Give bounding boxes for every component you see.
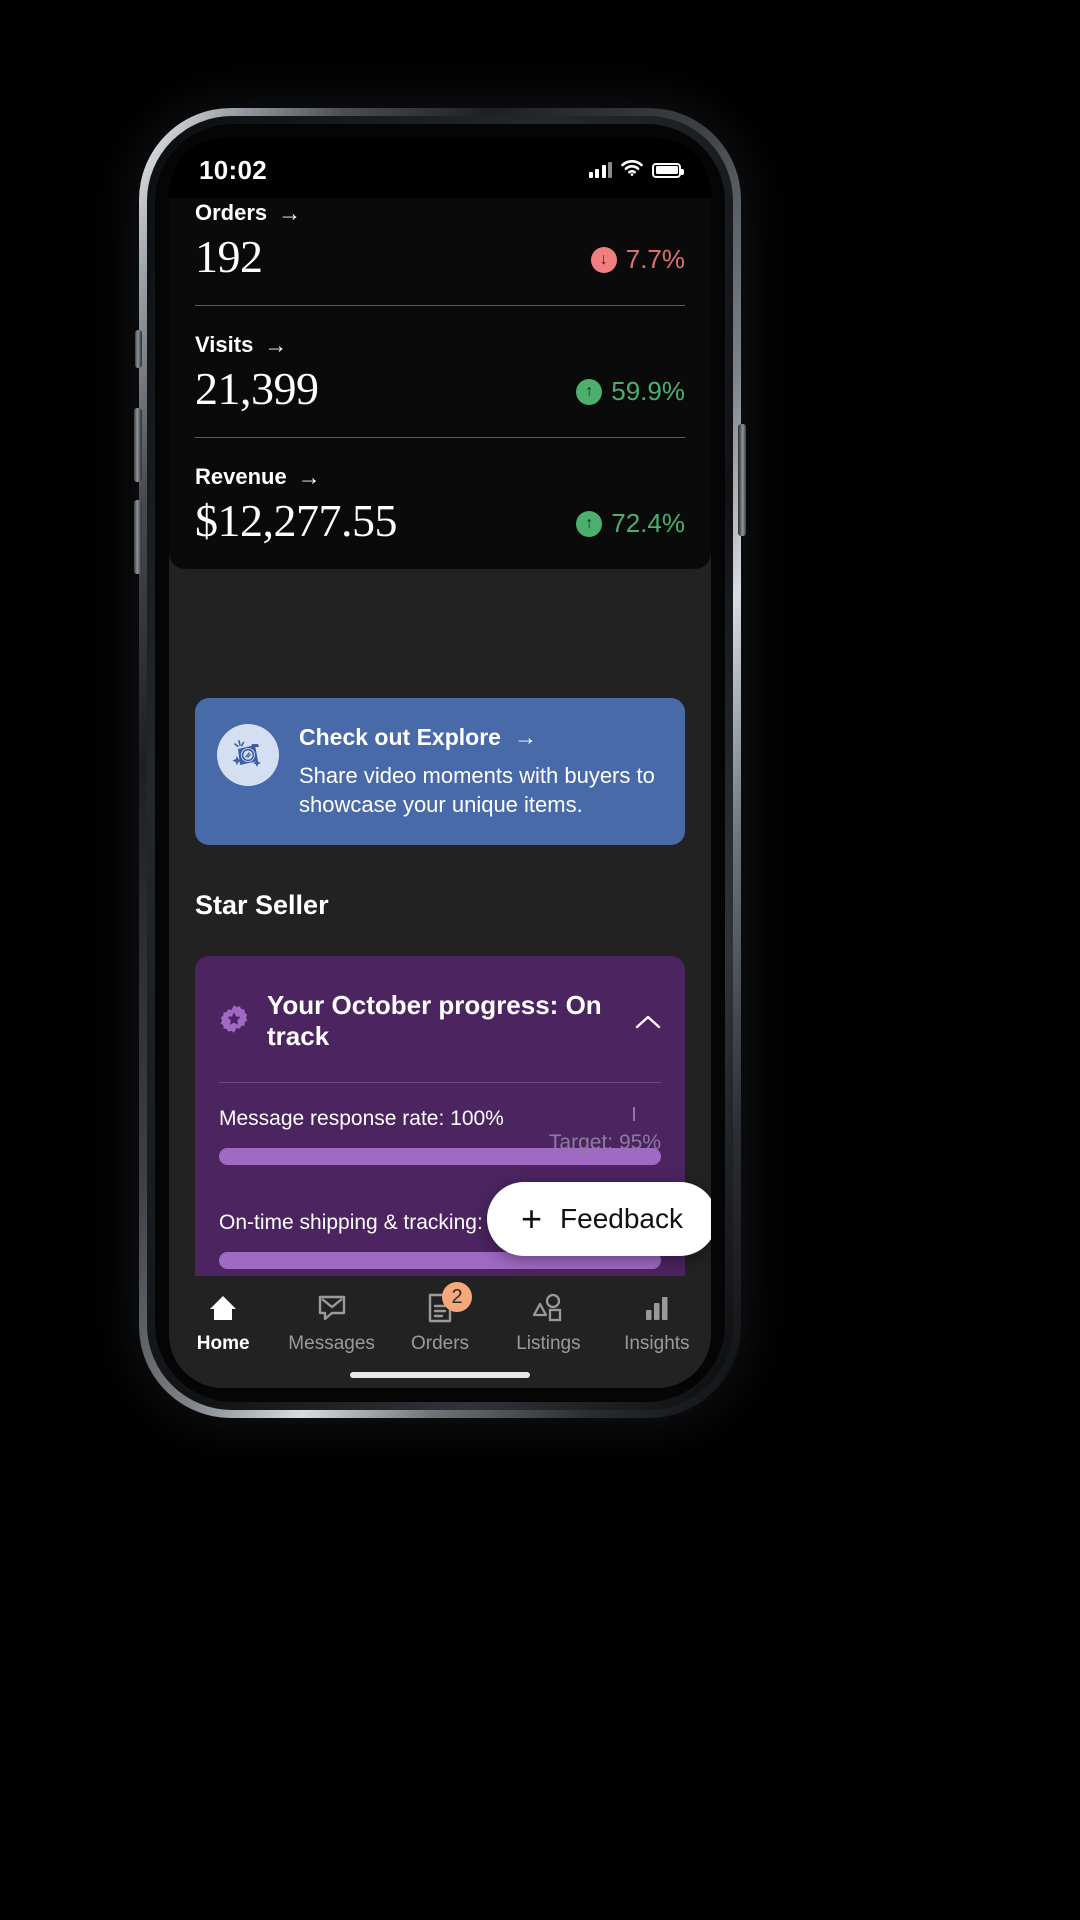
arrow-up-icon: ↑ <box>576 510 603 537</box>
metric-delta-text: 7.7% <box>625 244 685 274</box>
status-bar-clock: 10:02 <box>199 154 267 185</box>
volume-up-button[interactable] <box>134 408 142 482</box>
shapes-icon <box>532 1292 564 1324</box>
explore-text-block: Check out Explore → Share video moments … <box>299 724 663 819</box>
metric-label-text: On-time shipping & tracking: <box>219 1211 483 1234</box>
tab-label: Orders <box>410 1333 470 1354</box>
metric-label: Message response rate: 100% <box>219 1107 661 1131</box>
arrow-right-icon: → <box>513 724 537 750</box>
arrow-right-icon: → <box>297 463 321 490</box>
home-indicator[interactable] <box>350 1372 530 1378</box>
star-seller-card-header[interactable]: Your October progress: On track <box>219 956 661 1083</box>
star-seller-metric-message-response: Message response rate: 100% Target: 95% <box>219 1083 661 1165</box>
explore-title-text: Check out Explore <box>299 724 501 750</box>
mute-switch[interactable] <box>135 330 142 368</box>
app-scroll-content[interactable]: Orders → 192 ↓ 7.7% Visits → 21,399 ↑ 59… <box>169 138 711 1388</box>
metric-label-revenue: Revenue → <box>195 464 685 490</box>
status-bar-icons <box>588 156 684 181</box>
tab-insights[interactable]: Insights <box>603 1292 711 1355</box>
explore-subtitle: Share video moments with buyers to showc… <box>299 763 655 818</box>
feedback-button[interactable]: + Feedback <box>487 1182 711 1256</box>
wifi-icon <box>621 159 643 181</box>
phone-screen: Orders → 192 ↓ 7.7% Visits → 21,399 ↑ 59… <box>169 138 711 1388</box>
power-button[interactable] <box>738 424 746 536</box>
chevron-up-icon[interactable] <box>635 1008 661 1034</box>
tab-home[interactable]: Home <box>169 1292 277 1355</box>
tab-orders[interactable]: 2 Orders <box>386 1282 494 1355</box>
metric-row-revenue[interactable]: Revenue → $12,277.55 ↑ 72.4% <box>195 437 685 569</box>
camera-sparkle-icon <box>217 724 279 786</box>
metric-label-text: Message response rate: <box>219 1107 445 1130</box>
status-bar: 10:02 <box>169 138 711 198</box>
plus-icon: + <box>521 1198 543 1239</box>
target-label: Target: 95% <box>548 1131 661 1154</box>
tab-label: Home <box>196 1333 250 1354</box>
metric-label-text: Visits <box>195 332 254 357</box>
screenshot-stage: Orders → 192 ↓ 7.7% Visits → 21,399 ↑ 59… <box>0 0 1080 1920</box>
metric-row-visits[interactable]: Visits → 21,399 ↑ 59.9% <box>195 305 685 437</box>
target-tick-marker <box>633 1107 635 1121</box>
metric-label-visits: Visits → <box>195 332 685 358</box>
star-badge-icon <box>219 1004 249 1039</box>
arrow-right-icon: → <box>278 199 302 226</box>
battery-full-icon <box>652 162 684 178</box>
metric-label-text: Orders <box>195 200 268 225</box>
metric-value-text: 100% <box>450 1107 504 1130</box>
tab-messages[interactable]: Messages <box>277 1292 385 1355</box>
star-seller-card-title: Your October progress: On track <box>267 990 602 1051</box>
arrow-down-icon: ↓ <box>590 246 617 273</box>
metric-delta-text: 72.4% <box>611 508 685 538</box>
metric-label-text: Revenue <box>195 464 287 489</box>
tab-label: Messages <box>288 1333 375 1354</box>
volume-down-button[interactable] <box>134 500 142 574</box>
metric-delta-visits: ↑ 59.9% <box>576 376 685 407</box>
star-seller-section-title: Star Seller <box>195 890 329 920</box>
home-icon <box>208 1292 238 1324</box>
orders-badge: 2 <box>442 1282 473 1312</box>
explore-banner[interactable]: Check out Explore → Share video moments … <box>195 698 685 846</box>
bar-chart-icon <box>643 1292 671 1324</box>
receipt-icon: 2 <box>427 1282 473 1324</box>
tab-label: Insights <box>624 1333 690 1354</box>
metric-delta-text: 59.9% <box>611 376 685 406</box>
explore-title: Check out Explore → <box>299 724 663 751</box>
arrow-up-icon: ↑ <box>576 378 603 405</box>
feedback-button-label: Feedback <box>560 1203 683 1234</box>
tab-listings[interactable]: Listings <box>494 1292 602 1355</box>
envelope-icon <box>317 1292 347 1324</box>
tab-label: Listings <box>516 1333 581 1354</box>
arrow-right-icon: → <box>264 331 288 358</box>
metric-label-orders: Orders → <box>195 200 685 226</box>
phone-frame: Orders → 192 ↓ 7.7% Visits → 21,399 ↑ 59… <box>134 108 746 1418</box>
cellular-signal-icon <box>588 162 612 178</box>
metric-delta-revenue: ↑ 72.4% <box>576 508 685 539</box>
metric-delta-orders: ↓ 7.7% <box>590 244 685 275</box>
metrics-card: Orders → 192 ↓ 7.7% Visits → 21,399 ↑ 59… <box>169 174 711 569</box>
